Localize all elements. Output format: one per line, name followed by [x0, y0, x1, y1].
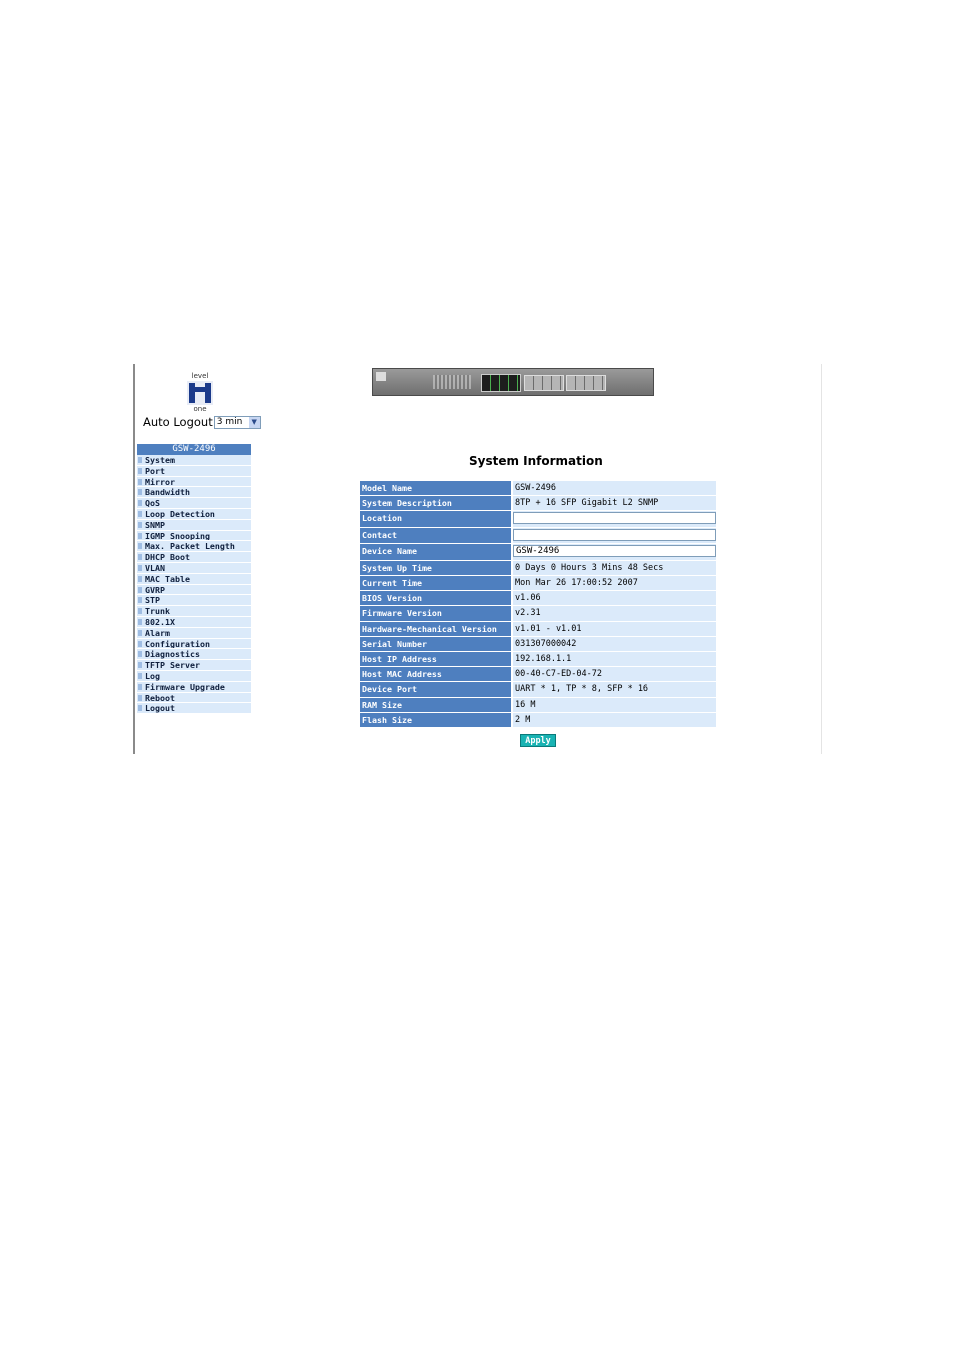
sidebar-menu: GSW-2496 System Port Mirror Bandwidth QoS Loo… — [137, 444, 251, 715]
sidebar-item-diagnostics[interactable]: Diagnostics — [137, 649, 251, 661]
table-row: System Up Time 0 Days 0 Hours 3 Mins 48 S… — [360, 560, 716, 576]
sidebar-item-system[interactable]: System — [137, 455, 251, 466]
sidebar-item-max-packet-length[interactable]: Max. Packet Length — [137, 541, 251, 553]
table-row: RAM Size 16 M — [360, 697, 716, 712]
row-value: v2.31 — [513, 606, 716, 621]
row-label: Location — [360, 511, 511, 527]
row-value: 00-40-C7-ED-04-72 — [513, 667, 716, 682]
row-label: BIOS Version — [360, 591, 511, 606]
sidebar-header: GSW-2496 — [137, 444, 251, 455]
logo-bottom-text: one — [193, 405, 207, 413]
table-row: Hardware-Mechanical Version v1.01 - v1.01 — [360, 621, 716, 636]
page-title: System Information — [469, 454, 603, 468]
row-label: System Description — [360, 496, 511, 511]
row-value: 0 Days 0 Hours 3 Mins 48 Secs — [513, 560, 716, 576]
table-row: System Description 8TP + 16 SFP Gigabit L… — [360, 496, 716, 511]
system-info-table: Model Name GSW-2496 System Description 8TP … — [360, 481, 716, 728]
row-value: 8TP + 16 SFP Gigabit L2 SNMP — [513, 496, 716, 511]
sidebar-item-log[interactable]: Log — [137, 670, 251, 682]
auto-logout: Auto Logout 3 min ▼ — [143, 415, 261, 429]
sidebar-item-mac-table[interactable]: MAC Table — [137, 573, 251, 585]
sidebar-item-reboot[interactable]: Reboot — [137, 692, 251, 704]
location-input[interactable] — [513, 512, 716, 525]
row-value: 192.168.1.1 — [513, 652, 716, 667]
sidebar-item-igmp-snooping[interactable]: IGMP Snooping — [137, 530, 251, 542]
table-row: Contact — [360, 527, 716, 544]
sidebar-item-gvrp[interactable]: GVRP — [137, 584, 251, 596]
device-name-input[interactable]: GSW-2496 — [513, 545, 716, 558]
row-label: Flash Size — [360, 712, 511, 727]
row-label: Host MAC Address — [360, 667, 511, 682]
row-value: v1.06 — [513, 591, 716, 606]
row-label: Hardware-Mechanical Version — [360, 621, 511, 636]
device-rj45-ports-icon — [481, 374, 521, 392]
sidebar-item-stp[interactable]: STP — [137, 595, 251, 607]
row-label: Serial Number — [360, 636, 511, 651]
device-sfp-ports-icon — [566, 375, 606, 391]
sidebar-item-loop-detection[interactable]: Loop Detection — [137, 508, 251, 520]
auto-logout-value: 3 min — [216, 417, 243, 427]
device-leds-icon — [433, 375, 471, 389]
table-row: Current Time Mon Mar 26 17:00:52 2007 — [360, 576, 716, 591]
sidebar-item-logout[interactable]: Logout — [137, 703, 251, 715]
row-label: RAM Size — [360, 697, 511, 712]
row-value: 16 M — [513, 697, 716, 712]
row-label: Device Name — [360, 544, 511, 560]
table-row: Host IP Address 192.168.1.1 — [360, 652, 716, 667]
table-row: Device Name GSW-2496 — [360, 544, 716, 560]
table-row: BIOS Version v1.06 — [360, 591, 716, 606]
row-value: UART * 1, TP * 8, SFP * 16 — [513, 682, 716, 697]
levelone-logo: level one — [185, 373, 215, 413]
row-value: v1.01 - v1.01 — [513, 621, 716, 636]
device-logo-icon — [376, 372, 386, 381]
auto-logout-select[interactable]: 3 min ▼ — [213, 415, 261, 429]
row-value: 031307000042 — [513, 636, 716, 651]
table-row: Device Port UART * 1, TP * 8, SFP * 16 — [360, 682, 716, 697]
sidebar-item-configuration[interactable]: Configuration — [137, 638, 251, 650]
row-label: Current Time — [360, 576, 511, 591]
table-row: Flash Size 2 M — [360, 712, 716, 727]
table-row: Location — [360, 511, 716, 527]
frame-left-border — [133, 364, 135, 754]
table-row: Model Name GSW-2496 — [360, 481, 716, 496]
apply-button[interactable]: Apply — [520, 734, 556, 747]
sidebar-item-port[interactable]: Port — [137, 465, 251, 477]
sidebar-item-trunk[interactable]: Trunk — [137, 606, 251, 617]
row-label: Model Name — [360, 481, 511, 496]
sidebar-item-dhcp-boot[interactable]: DHCP Boot — [137, 552, 251, 563]
sidebar-item-snmp[interactable]: SNMP — [137, 519, 251, 531]
chevron-down-icon[interactable]: ▼ — [248, 416, 260, 428]
row-value: Mon Mar 26 17:00:52 2007 — [513, 576, 716, 591]
sidebar-item-vlan[interactable]: VLAN — [137, 562, 251, 574]
row-label: Host IP Address — [360, 652, 511, 667]
row-value: GSW-2496 — [513, 481, 716, 496]
sidebar-item-802-1x[interactable]: 802.1X — [137, 616, 251, 628]
device-sfp-ports-icon — [524, 375, 564, 391]
table-row: Serial Number 031307000042 — [360, 636, 716, 651]
row-input-cell — [513, 527, 716, 544]
auto-logout-label: Auto Logout — [143, 415, 213, 429]
row-input-cell: GSW-2496 — [513, 544, 716, 560]
row-value: 2 M — [513, 712, 716, 727]
row-label: Contact — [360, 527, 511, 544]
sidebar-item-qos[interactable]: QoS — [137, 498, 251, 509]
switch-front-panel-image — [372, 368, 654, 396]
logo-mark-icon — [187, 381, 213, 405]
sidebar-item-alarm[interactable]: Alarm — [137, 627, 251, 639]
table-row: Firmware Version v2.31 — [360, 606, 716, 621]
row-label: Device Port — [360, 682, 511, 697]
sidebar-item-tftp-server[interactable]: TFTP Server — [137, 660, 251, 671]
sidebar-item-firmware-upgrade[interactable]: Firmware Upgrade — [137, 681, 251, 693]
table-row: Host MAC Address 00-40-C7-ED-04-72 — [360, 667, 716, 682]
sidebar-item-bandwidth[interactable]: Bandwidth — [137, 487, 251, 499]
contact-input[interactable] — [513, 528, 716, 541]
row-label: System Up Time — [360, 560, 511, 576]
sidebar-item-mirror[interactable]: Mirror — [137, 476, 251, 488]
row-input-cell — [513, 511, 716, 527]
frame-right-border — [821, 364, 822, 754]
row-label: Firmware Version — [360, 606, 511, 621]
logo-top-text: level — [191, 372, 209, 380]
